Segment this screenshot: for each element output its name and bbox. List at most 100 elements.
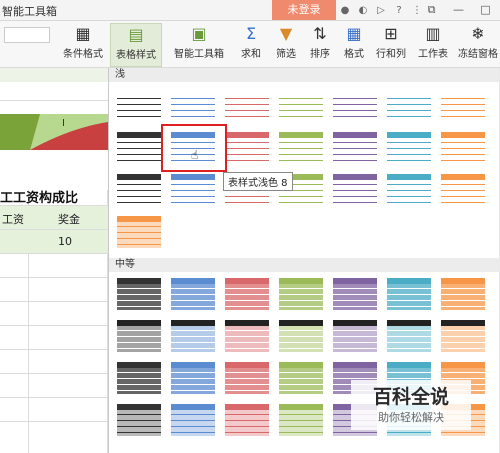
tile-row-line bbox=[387, 202, 431, 203]
table-style-tile[interactable] bbox=[117, 404, 161, 436]
table-style-tile[interactable] bbox=[387, 88, 431, 120]
grid-line bbox=[0, 277, 108, 278]
table-style-tile[interactable] bbox=[279, 320, 323, 352]
cell-bonus-header[interactable]: 奖金 bbox=[58, 211, 80, 227]
table-style-tile[interactable] bbox=[171, 278, 215, 310]
table-style-tile[interactable] bbox=[225, 362, 269, 394]
table-style-tile[interactable] bbox=[441, 174, 485, 206]
tile-row-line bbox=[441, 98, 485, 99]
table-style-tile[interactable] bbox=[117, 216, 161, 248]
table-style-tile[interactable] bbox=[387, 278, 431, 310]
tile-row-line bbox=[333, 142, 377, 143]
table-style-tile[interactable] bbox=[171, 404, 215, 436]
table-style-tile[interactable] bbox=[279, 132, 323, 164]
smart-toolbox-button[interactable]: ▣ 智能工具箱 bbox=[172, 23, 226, 65]
grid-line bbox=[0, 301, 108, 302]
table-style-tile[interactable] bbox=[279, 404, 323, 436]
table-style-tile[interactable] bbox=[441, 278, 485, 310]
sum-button[interactable]: Σ 求和 bbox=[234, 23, 268, 65]
tile-row-line bbox=[279, 104, 323, 105]
tile-row-line bbox=[225, 142, 269, 143]
table-style-tile[interactable] bbox=[225, 88, 269, 120]
table-style-tile[interactable] bbox=[333, 88, 377, 120]
sort-button[interactable]: ⇅ 排序 bbox=[304, 23, 336, 65]
sheet-title-cell[interactable]: 工工资构成比 bbox=[0, 187, 78, 206]
rows-cols-icon: ⊞ bbox=[384, 24, 398, 43]
login-button[interactable]: 未登录 bbox=[272, 0, 336, 20]
table-style-tile[interactable] bbox=[441, 88, 485, 120]
table-style-tile[interactable] bbox=[225, 320, 269, 352]
tile-row-line bbox=[117, 110, 161, 111]
tile-row-line bbox=[387, 196, 431, 197]
table-style-tile[interactable] bbox=[279, 278, 323, 310]
tile-row-line bbox=[117, 420, 161, 421]
table-style-tile[interactable] bbox=[171, 362, 215, 394]
format-button[interactable]: ▦ 格式 bbox=[338, 23, 370, 65]
table-style-tile[interactable] bbox=[333, 132, 377, 164]
tile-row-line bbox=[171, 372, 215, 373]
dark-icon[interactable]: ◐ bbox=[356, 5, 370, 16]
table-style-tile[interactable] bbox=[117, 362, 161, 394]
smart-toolbox-label: 智能工具箱 bbox=[174, 49, 224, 60]
tile-row-line bbox=[117, 148, 161, 149]
ribbon-toolbar: ▦ 条件格式 ▤ 表格样式 ▣ 智能工具箱 Σ 求和 ▼ 筛选 ⇅ 排序 ▦ 格… bbox=[0, 21, 500, 68]
skin-icon[interactable]: ● bbox=[338, 5, 352, 16]
worksheet-button[interactable]: ▥ 工作表 bbox=[414, 23, 452, 65]
maximize-icon[interactable]: □ bbox=[472, 0, 499, 20]
rows-cols-button[interactable]: ⊞ 行和列 bbox=[372, 23, 410, 65]
table-style-tile[interactable] bbox=[333, 174, 377, 206]
tile-row-line bbox=[225, 104, 269, 105]
table-style-tile[interactable] bbox=[117, 132, 161, 164]
tile-row-line bbox=[117, 378, 161, 379]
table-style-tile[interactable] bbox=[117, 88, 161, 120]
tile-row-line bbox=[117, 390, 161, 391]
number-format-select[interactable] bbox=[4, 27, 50, 43]
table-style-tile[interactable] bbox=[225, 132, 269, 164]
restore-icon[interactable]: ⧉ bbox=[418, 0, 445, 20]
tile-row-line bbox=[279, 202, 323, 203]
table-style-tile[interactable] bbox=[387, 132, 431, 164]
tile-row-line bbox=[387, 342, 431, 343]
tile-row-line bbox=[333, 104, 377, 105]
table-style-tile[interactable] bbox=[171, 174, 215, 206]
table-style-tile[interactable] bbox=[441, 132, 485, 164]
table-style-tile[interactable] bbox=[117, 174, 161, 206]
table-style-tile[interactable] bbox=[333, 278, 377, 310]
tile-row-line bbox=[387, 372, 431, 373]
tile-row-line bbox=[225, 384, 269, 385]
table-style-tile[interactable] bbox=[225, 278, 269, 310]
tile-row-line bbox=[279, 348, 323, 349]
table-style-tile[interactable] bbox=[225, 404, 269, 436]
table-style-button[interactable]: ▤ 表格样式 bbox=[110, 23, 162, 67]
filter-button[interactable]: ▼ 筛选 bbox=[270, 23, 302, 65]
tile-row-line bbox=[279, 372, 323, 373]
tile-row-line bbox=[117, 104, 161, 105]
table-style-tile[interactable] bbox=[279, 88, 323, 120]
tile-row-line bbox=[387, 378, 431, 379]
table-style-tile[interactable] bbox=[171, 88, 215, 120]
tile-row-line bbox=[387, 148, 431, 149]
table-style-tile[interactable] bbox=[441, 320, 485, 352]
table-style-tile[interactable] bbox=[387, 174, 431, 206]
table-style-tile[interactable] bbox=[333, 320, 377, 352]
minimize-icon[interactable]: — bbox=[445, 0, 472, 20]
table-style-tile[interactable] bbox=[387, 320, 431, 352]
cell-salary-header[interactable]: 工资 bbox=[2, 211, 24, 227]
table-style-tile[interactable] bbox=[279, 362, 323, 394]
tile-row-line bbox=[117, 160, 161, 161]
share-icon[interactable]: ▷ bbox=[374, 5, 388, 16]
table-style-tile[interactable] bbox=[171, 320, 215, 352]
table-style-tile[interactable] bbox=[117, 278, 161, 310]
tile-row-line bbox=[387, 336, 431, 337]
column-header-strip bbox=[0, 68, 108, 82]
filter-icon: ▼ bbox=[279, 24, 293, 43]
table-style-tile[interactable] bbox=[117, 320, 161, 352]
cell-bonus-value[interactable]: 10 bbox=[58, 235, 72, 248]
help-icon[interactable]: ? bbox=[392, 5, 406, 16]
mouse-cursor-icon: ☝ bbox=[191, 148, 199, 162]
tile-row-line bbox=[333, 306, 377, 307]
tile-row-line bbox=[279, 336, 323, 337]
freeze-button[interactable]: ❄ 冻结窗格 bbox=[456, 23, 500, 65]
conditional-format-button[interactable]: ▦ 条件格式 bbox=[58, 23, 108, 65]
tile-row-line bbox=[171, 378, 215, 379]
